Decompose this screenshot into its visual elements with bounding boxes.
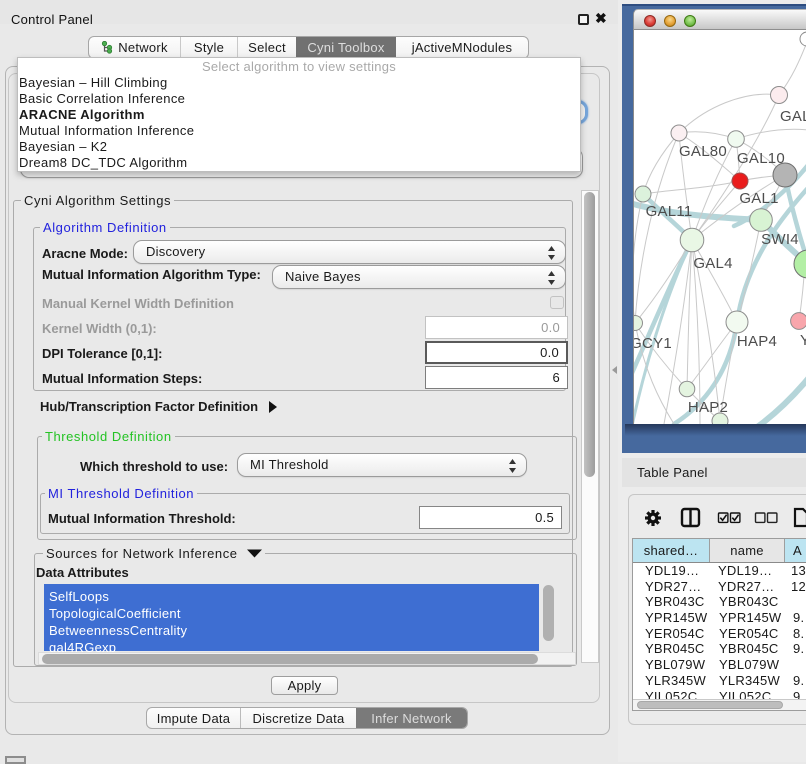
svg-text:HAP2: HAP2 xyxy=(688,399,728,416)
svg-text:GAL11: GAL11 xyxy=(646,203,693,220)
svg-text:GAL2: GAL2 xyxy=(780,108,806,125)
svg-text:GAL80: GAL80 xyxy=(679,143,727,160)
svg-text:GAL1: GAL1 xyxy=(739,190,778,207)
svg-text:HAP4: HAP4 xyxy=(737,333,777,350)
svg-text:GCY1: GCY1 xyxy=(634,335,672,352)
svg-text:SWI4: SWI4 xyxy=(761,231,799,248)
svg-text:GAL4: GAL4 xyxy=(693,255,732,272)
svg-text:GAL10: GAL10 xyxy=(737,150,785,167)
svg-text:YM: YM xyxy=(800,332,806,349)
